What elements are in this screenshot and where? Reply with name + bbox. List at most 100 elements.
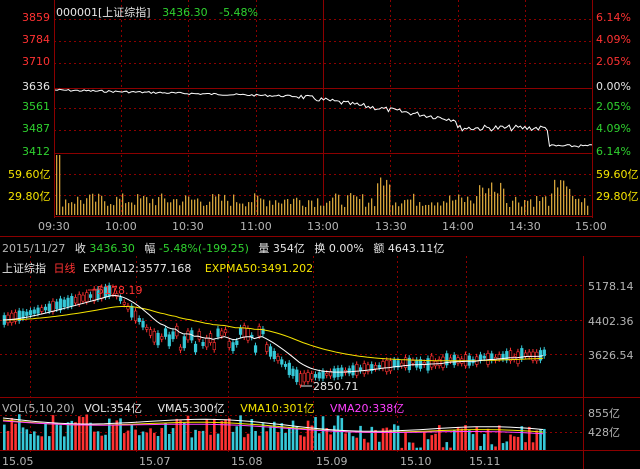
- volume-bar: [3, 424, 6, 450]
- volume-bar: [303, 436, 306, 450]
- volume-bar: [516, 436, 520, 450]
- volume-bar: [78, 416, 81, 450]
- intraday-volume-bar: [74, 203, 76, 215]
- intraday-volume-bar: [392, 205, 394, 215]
- candle-body: [362, 363, 366, 375]
- intraday-volume-bar: [440, 205, 442, 215]
- volume-bar: [423, 431, 426, 450]
- intraday-volume-bar: [95, 201, 97, 215]
- candle-body: [186, 330, 190, 341]
- candle-body: [216, 328, 220, 337]
- info-bar: 2015/11/27 收 3436.30 幅 -5.48%(-199.25) 量…: [2, 240, 444, 256]
- candle-body: [295, 369, 299, 383]
- volume-bar: [59, 425, 62, 450]
- intraday-volume-bar: [125, 203, 127, 215]
- intraday-volume-bar: [476, 196, 478, 215]
- intraday-volume-bar: [197, 198, 199, 215]
- vol-title: VOL(5,10,20): [2, 402, 75, 415]
- intraday-volume-bar: [122, 193, 124, 215]
- intraday-volume-bar: [500, 182, 502, 215]
- vma5-value: VMA5:300亿: [157, 402, 225, 415]
- intraday-volume-bar: [191, 199, 193, 215]
- intraday-volume-bar: [128, 202, 130, 215]
- candle-body: [167, 334, 171, 347]
- left-axis-label-2: 3710: [22, 55, 50, 68]
- volume-bar: [29, 434, 32, 450]
- candle-body: [21, 311, 25, 319]
- intraday-volume-bar: [71, 202, 73, 215]
- amount-value: 4643.11亿: [387, 242, 445, 255]
- intraday-volume-bar: [416, 205, 418, 215]
- candle-body: [141, 320, 145, 328]
- candle-body: [505, 351, 509, 361]
- intraday-volume-bar: [485, 193, 487, 215]
- intraday-volume-bar: [386, 179, 388, 215]
- volume-bar: [93, 431, 96, 450]
- volume-bar: [370, 426, 374, 450]
- intraday-volume-bar: [221, 200, 223, 215]
- candle-body: [452, 354, 456, 366]
- volume-bar: [344, 433, 347, 450]
- candle-body: [40, 307, 44, 312]
- kline-axis-label-1: 4402.36: [588, 315, 634, 328]
- intraday-volume-bar: [356, 196, 358, 215]
- candle-body: [201, 342, 205, 347]
- intraday-volume-bar: [131, 202, 133, 215]
- volume-bar: [520, 426, 524, 450]
- intraday-volume-bar: [119, 198, 121, 215]
- intraday-volume-bar: [551, 193, 553, 215]
- volume-bar: [501, 443, 505, 450]
- candle-body: [85, 292, 89, 302]
- kline-period[interactable]: 日线: [54, 262, 76, 275]
- intraday-volume-bar: [308, 200, 310, 215]
- intraday-volume-bar: [554, 179, 556, 215]
- time-label-2: 10:30: [172, 220, 204, 233]
- volume-bar: [318, 433, 321, 450]
- chart-canvas[interactable]: [0, 0, 640, 469]
- intraday-volume-bar: [341, 204, 343, 215]
- candle-body: [411, 360, 415, 364]
- volume-bar: [314, 417, 317, 450]
- volume-bar: [366, 442, 370, 450]
- intraday-volume-bar: [206, 205, 208, 215]
- volume-bar: [198, 430, 201, 450]
- volume-bar: [528, 426, 531, 450]
- candle-body: [66, 297, 70, 307]
- intraday-volume-bar: [539, 200, 541, 215]
- candle-body: [118, 297, 123, 302]
- candle-body: [73, 297, 78, 304]
- volume-bar: [333, 425, 336, 450]
- candle-body: [351, 365, 355, 376]
- intraday-volume-bar: [560, 180, 562, 215]
- candle-body: [51, 300, 55, 312]
- intraday-volume-bar: [464, 201, 466, 215]
- volume-bar: [378, 441, 381, 450]
- candle-body: [6, 314, 10, 324]
- candle-body: [313, 374, 318, 378]
- candle-body: [160, 336, 164, 340]
- volume-bar: [348, 431, 351, 450]
- candle-body: [227, 341, 231, 348]
- intraday-volume-bar: [542, 197, 544, 215]
- intraday-volume-bar: [182, 201, 184, 215]
- candle-body: [257, 326, 261, 337]
- time-label-4: 13:00: [307, 220, 339, 233]
- intraday-volume-bar: [257, 195, 259, 215]
- volume-header: VOL(5,10,20) VOL:354亿 VMA5:300亿 VMA10:30…: [2, 400, 404, 416]
- intraday-volume-bar: [218, 194, 220, 215]
- left-axis-label-1: 3784: [22, 33, 50, 46]
- volume-bar: [396, 425, 400, 450]
- intraday-volume-bar: [215, 196, 217, 215]
- intraday-volume-bar: [101, 195, 103, 215]
- intraday-volume-bar: [143, 195, 145, 215]
- intraday-volume-bar: [299, 200, 301, 215]
- current-price: 3436.30: [162, 6, 208, 19]
- volume-bar: [250, 419, 254, 450]
- candle-body: [253, 345, 258, 353]
- volume-bar: [408, 442, 411, 450]
- intraday-volume-bar: [224, 194, 226, 215]
- candle-body: [355, 364, 359, 376]
- intraday-volume-bar: [68, 203, 70, 215]
- candle-body: [298, 373, 303, 386]
- candle-body: [223, 329, 228, 334]
